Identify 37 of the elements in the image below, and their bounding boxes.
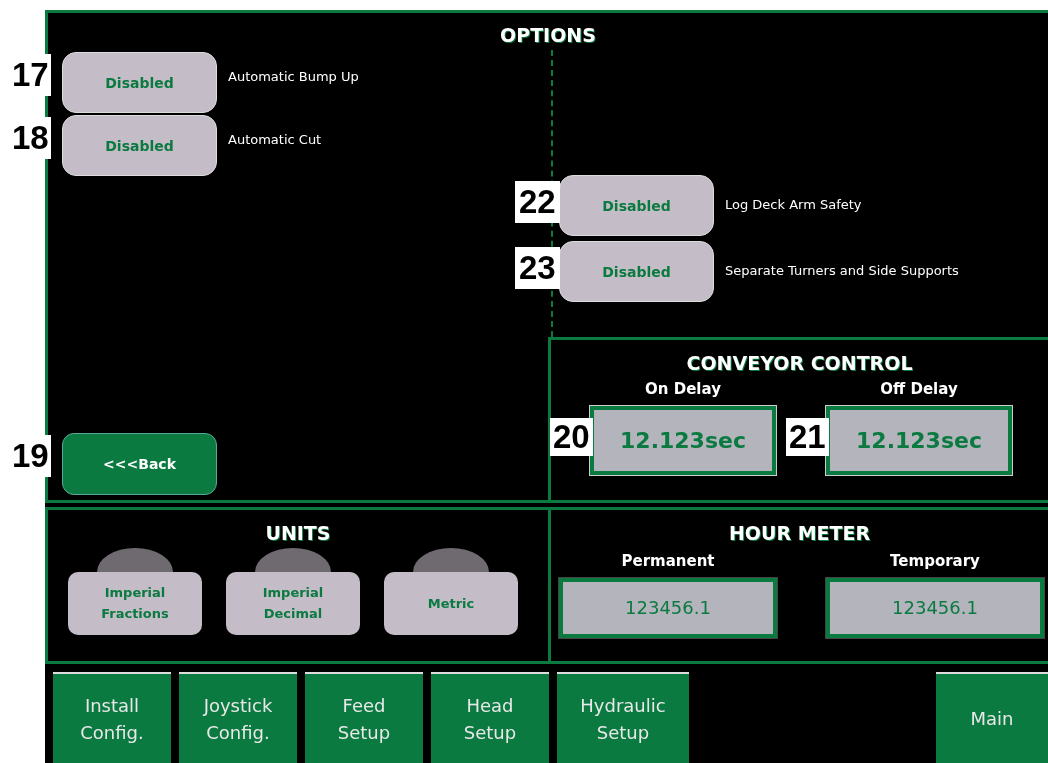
dome-icon [253,547,333,572]
unit-button[interactable]: Metric [384,571,518,635]
unit-button[interactable]: Imperial Decimal [226,571,360,635]
callout-number: 23 [515,247,560,289]
input-field[interactable]: 12.123sec [590,406,776,475]
readout-field: 123456.1 [826,577,1044,638]
callout-number: 21 [786,418,829,456]
toggle-button[interactable]: Disabled [559,241,714,302]
nav-button[interactable]: Install Config. [53,672,171,763]
nav-button[interactable]: Hydraulic Setup [557,672,689,763]
toggle-button[interactable]: Disabled [559,175,714,236]
option-label: Automatic Bump Up [228,69,359,84]
dome-icon [411,547,491,572]
main-button[interactable]: Main [936,672,1048,763]
nav-button[interactable]: Feed Setup [305,672,423,763]
field-label: Off Delay [880,380,958,398]
section-title: CONVEYOR CONTROL [685,352,914,374]
callout-number: 22 [515,181,560,223]
readout-field: 123456.1 [559,577,777,638]
callout-number: 20 [550,418,593,456]
toggle-button[interactable]: Disabled [62,115,217,176]
option-label: Log Deck Arm Safety [725,197,862,212]
input-field[interactable]: 12.123sec [826,406,1012,475]
section-title: UNITS [264,521,332,544]
nav-button[interactable]: Head Setup [431,672,549,763]
option-label: Automatic Cut [228,132,322,147]
option-label: Separate Turners and Side Supports [725,263,959,278]
section-title: HOUR METER [727,521,872,544]
unit-button[interactable]: Imperial Fractions [68,571,202,635]
field-label: Permanent [621,551,715,570]
field-label: Temporary [890,551,980,570]
field-label: On Delay [645,380,721,398]
dome-icon [95,547,175,572]
nav-button[interactable]: Joystick Config. [179,672,297,763]
back-button[interactable]: <<<Back [62,432,217,495]
section-title: OPTIONS [499,23,597,48]
toggle-button[interactable]: Disabled [62,52,217,113]
